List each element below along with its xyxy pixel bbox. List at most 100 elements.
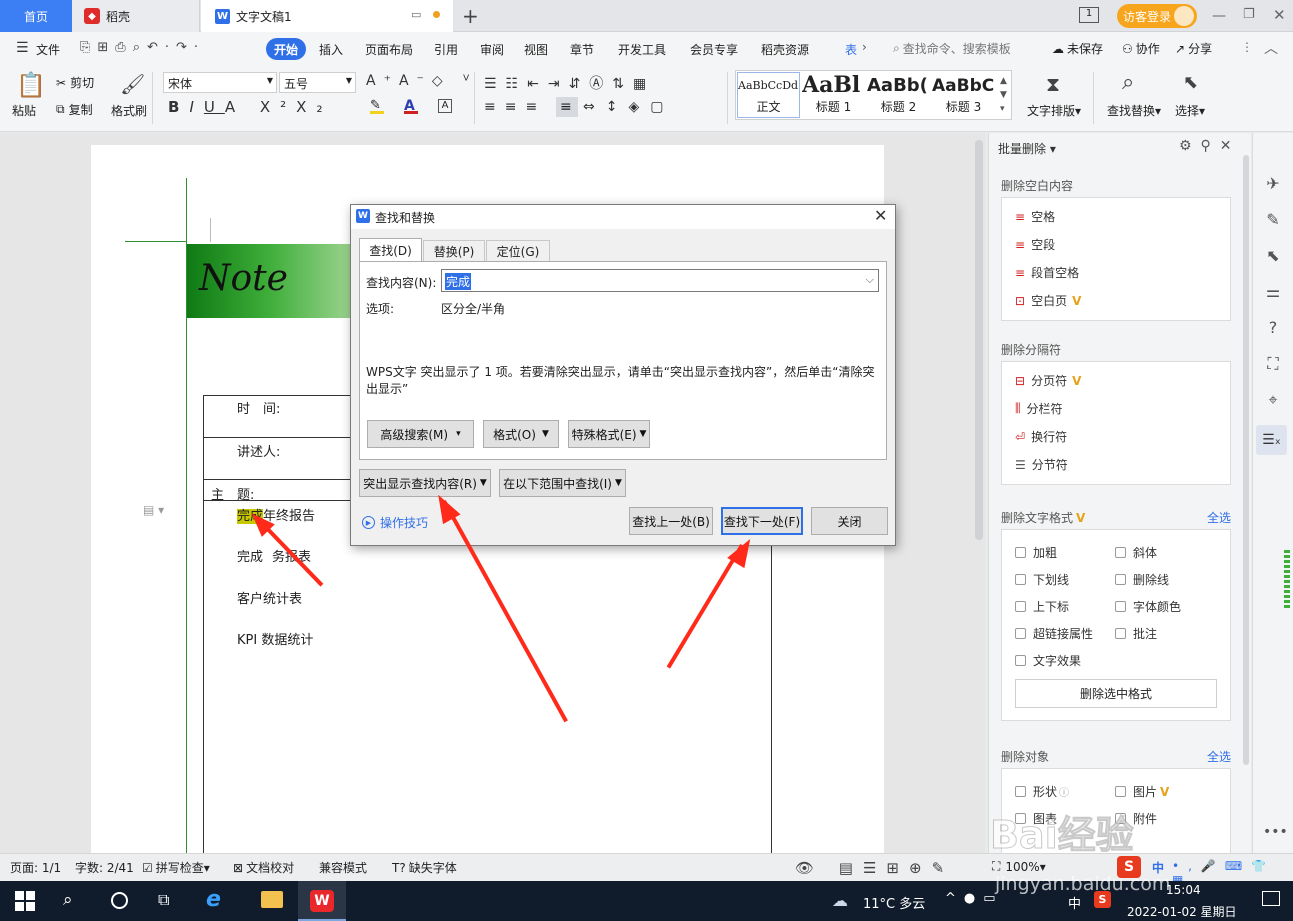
checkbox[interactable] xyxy=(1115,628,1126,639)
tab-find[interactable]: 查找(D) xyxy=(359,238,422,262)
pen-icon[interactable]: ✎ xyxy=(1263,202,1283,238)
cortana-icon[interactable] xyxy=(111,892,128,909)
checkbox[interactable] xyxy=(1015,574,1026,585)
wps-taskbar-button[interactable]: W xyxy=(298,881,346,921)
checkbox-hyperlink[interactable]: 超链接属性 xyxy=(1015,625,1093,642)
checkbox[interactable] xyxy=(1015,655,1026,666)
checkbox[interactable] xyxy=(1015,786,1026,797)
notifications-icon[interactable] xyxy=(1262,891,1280,906)
style-heading1[interactable]: AaBl 标题 1 xyxy=(802,72,865,118)
pointer-icon[interactable]: ⬉ xyxy=(1263,238,1283,274)
zoom-control[interactable]: ⛶ 100% ▾ xyxy=(992,859,1046,874)
menu-insert[interactable]: 插入 xyxy=(319,41,343,58)
delete-section-breaks-item[interactable]: ☰ 分节符 xyxy=(1015,456,1068,473)
delete-leading-spaces-item[interactable]: ≡ 段首空格 xyxy=(1015,264,1079,281)
find-previous-button[interactable]: 查找上一处(B) xyxy=(629,507,713,535)
page-count[interactable]: 页面: 1/1 xyxy=(10,859,61,876)
location-icon[interactable]: ⌖ xyxy=(1263,382,1283,418)
tab-document[interactable]: W 文字文稿1 ▭ xyxy=(201,0,453,32)
checkbox-underline[interactable]: 下划线 xyxy=(1015,571,1069,588)
tips-link[interactable]: ▶ 操作技巧 xyxy=(362,514,428,531)
special-format-button[interactable]: 特殊格式(E) ▼ xyxy=(568,420,650,448)
sliders-icon[interactable]: ⚌ xyxy=(1263,274,1283,310)
proofread-button[interactable]: ⊠ 文档校对 xyxy=(233,859,294,876)
menu-daoke-resources[interactable]: 稻壳资源 xyxy=(761,41,809,58)
menu-table[interactable]: 表 xyxy=(845,41,857,58)
checkbox-text-effects[interactable]: 文字效果 xyxy=(1015,652,1081,669)
clock-date[interactable]: 2022-01-02 星期日 xyxy=(1127,903,1237,920)
checkbox-bold[interactable]: 加粗 xyxy=(1015,544,1057,561)
info-icon[interactable]: ⓘ xyxy=(1059,784,1069,799)
new-tab-button[interactable]: + xyxy=(462,0,482,32)
checkbox[interactable] xyxy=(1115,574,1126,585)
delete-spaces-item[interactable]: ≡ 空格 xyxy=(1015,208,1055,225)
checkbox[interactable] xyxy=(1115,786,1126,797)
highlight-icon[interactable]: ✎ xyxy=(370,98,384,114)
task-view-icon[interactable]: ⧉ xyxy=(158,890,169,910)
delete-selected-format-button[interactable]: 删除选中格式 xyxy=(1015,679,1217,708)
rocket-icon[interactable]: ✈ xyxy=(1263,166,1283,202)
menu-view[interactable]: 视图 xyxy=(524,41,548,58)
paste-icon[interactable]: 📋 xyxy=(16,71,46,99)
char-border-icon[interactable]: A xyxy=(438,99,452,113)
minimize-icon[interactable]: — xyxy=(1212,8,1226,24)
checkbox-italic[interactable]: 斜体 xyxy=(1115,544,1157,561)
checkbox[interactable] xyxy=(1015,547,1026,558)
style-normal[interactable]: AaBbCcDd 正文 xyxy=(737,72,800,118)
weather-text[interactable]: 11°C 多云 xyxy=(863,893,925,912)
clock-time[interactable]: 15:04 xyxy=(1166,883,1201,897)
select-all-link[interactable]: 全选 xyxy=(1207,509,1231,526)
checkbox[interactable] xyxy=(1115,547,1126,558)
help-icon[interactable]: ? xyxy=(1263,310,1283,346)
panel-title[interactable]: 批量删除 ▾ xyxy=(998,140,1056,157)
paste-button[interactable]: 粘贴 xyxy=(12,102,36,119)
scroll-indicator[interactable] xyxy=(1284,550,1290,608)
menu-home[interactable]: 开始 xyxy=(266,38,306,60)
menu-member[interactable]: 会员专享 xyxy=(690,41,738,58)
find-replace-icon[interactable]: ⌕ xyxy=(1122,70,1134,95)
word-count[interactable]: 字数: 2/41 xyxy=(75,859,134,876)
menu-layout[interactable]: 页面布局 xyxy=(365,41,413,58)
cursor-icon[interactable]: ⬉ xyxy=(1183,72,1198,93)
paragraph-handle-icon[interactable]: ▤ ▾ xyxy=(143,503,164,517)
unsaved-button[interactable]: ☁ 未保存 xyxy=(1052,40,1103,57)
delete-blank-pages-item[interactable]: ⊡ 空白页 V xyxy=(1015,292,1081,309)
checkbox-strikethrough[interactable]: 删除线 xyxy=(1115,571,1169,588)
format-painter-icon[interactable]: 🖌 xyxy=(120,72,145,96)
restore-icon[interactable]: ❐ xyxy=(1243,7,1255,22)
highlight-find-button[interactable]: 突出显示查找内容(R) ▼ xyxy=(359,469,491,497)
tab-daoke[interactable]: ◆ 稻壳 xyxy=(72,0,200,32)
delete-page-breaks-item[interactable]: ⊟ 分页符 V xyxy=(1015,372,1081,389)
spacing-icons[interactable]: ⇔↕◈▢ xyxy=(583,99,674,115)
view-mode-icons[interactable]: 👁 ▤☰⊞⊕✎ xyxy=(795,859,954,877)
menu-file[interactable]: 文件 xyxy=(36,41,60,58)
font-name-select[interactable]: 宋体 ▼ xyxy=(163,72,277,93)
text-layout-button[interactable]: 文字排版▾ xyxy=(1027,102,1081,119)
checkbox-font-color[interactable]: 字体颜色 xyxy=(1115,598,1181,615)
checkbox[interactable] xyxy=(1115,601,1126,612)
checkbox[interactable] xyxy=(1015,628,1026,639)
menu-developer[interactable]: 开发工具 xyxy=(618,41,666,58)
more-options-icon[interactable]: ⋮ xyxy=(1241,40,1253,54)
font-size-select[interactable]: 五号 ▼ xyxy=(279,72,356,93)
search-icon[interactable]: ⌕ xyxy=(63,890,73,910)
collapse-ribbon-icon[interactable]: ︿ xyxy=(1264,38,1278,58)
checkbox[interactable] xyxy=(1015,601,1026,612)
dialog-close-icon[interactable]: ✕ xyxy=(874,206,887,225)
tab-replace[interactable]: 替换(P) xyxy=(423,240,485,262)
text-layout-icon[interactable]: ⧗ xyxy=(1046,72,1060,96)
windows-start-icon[interactable] xyxy=(15,891,35,911)
hamburger-icon[interactable]: ☰ xyxy=(16,40,29,56)
login-button[interactable]: 访客登录 xyxy=(1117,4,1197,28)
share-button[interactable]: ↗ 分享 xyxy=(1175,40,1212,57)
panel-scrollbar[interactable] xyxy=(1243,155,1249,765)
cut-button[interactable]: ✂ 剪切 xyxy=(56,74,94,91)
panel-header-icons[interactable]: ⚙⚲✕ xyxy=(1179,138,1241,154)
font-color-icon[interactable]: A xyxy=(404,98,418,114)
ie-browser-icon[interactable]: e xyxy=(206,887,221,912)
screen-icon[interactable]: ▭ xyxy=(411,8,421,21)
quick-access-icons[interactable]: ⎘⊞⎙⌕↶·↷· xyxy=(80,40,205,55)
select-all-link[interactable]: 全选 xyxy=(1207,748,1231,765)
menu-references[interactable]: 引用 xyxy=(434,41,458,58)
format-button[interactable]: 格式(O) ▼ xyxy=(483,420,559,448)
